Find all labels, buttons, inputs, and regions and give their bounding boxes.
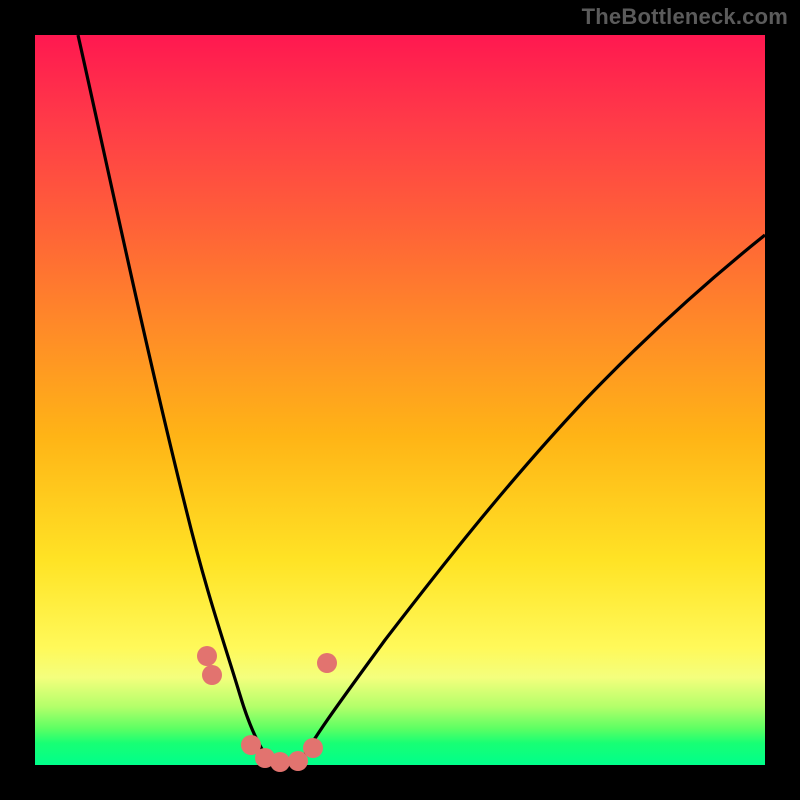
curve-layer xyxy=(35,35,765,765)
watermark-text: TheBottleneck.com xyxy=(582,4,788,30)
right-curve xyxy=(299,235,765,765)
plot-area xyxy=(35,35,765,765)
chart-frame: TheBottleneck.com xyxy=(0,0,800,800)
right-marker-upper xyxy=(317,653,337,673)
left-marker-upper xyxy=(197,646,217,666)
left-marker-lower xyxy=(202,665,222,685)
marker-group xyxy=(197,646,337,772)
bottom-marker-5 xyxy=(303,738,323,758)
left-curve xyxy=(78,35,273,765)
bottom-marker-3 xyxy=(270,752,290,772)
